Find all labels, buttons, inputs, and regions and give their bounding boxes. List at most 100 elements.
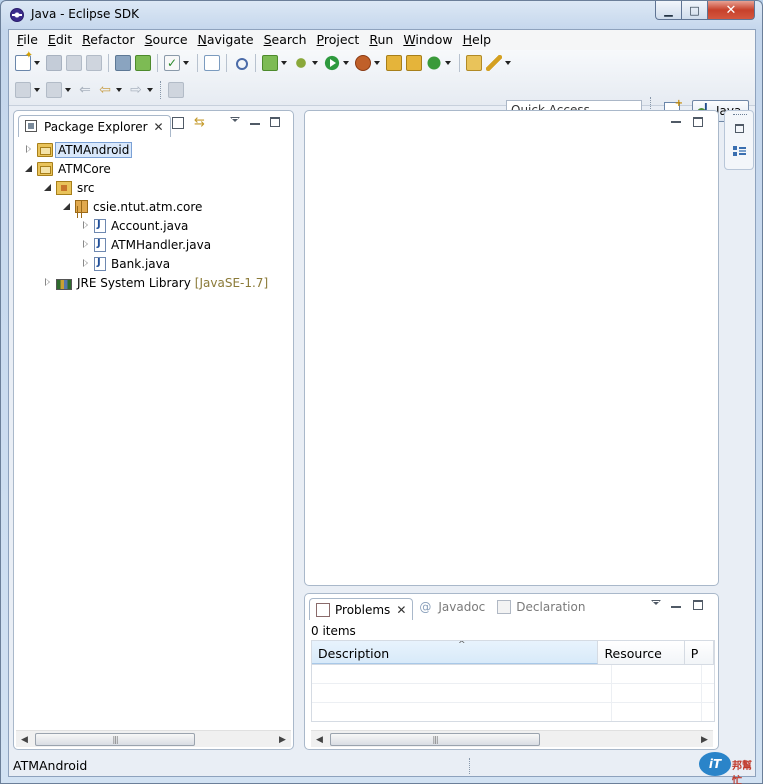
scroll-thumb[interactable]: ||| <box>330 733 540 746</box>
scroll-right-icon[interactable]: ▶ <box>274 731 291 748</box>
collapse-arrow-icon[interactable] <box>24 164 33 173</box>
horizontal-scrollbar[interactable]: ◀ ||| ▶ <box>16 730 291 747</box>
new-wizard-icon[interactable] <box>15 50 33 71</box>
tree-item-bank-java[interactable]: Bank.java <box>24 254 289 273</box>
ithome-watermark: iT 邦幫忙 <box>699 750 755 784</box>
task-dropdown-arrow[interactable] <box>183 61 189 65</box>
expand-arrow-icon[interactable] <box>81 221 90 230</box>
collapse-all-icon[interactable] <box>172 117 184 129</box>
close-tab-icon[interactable]: ✕ <box>396 603 406 617</box>
menu-edit[interactable]: Edit <box>43 30 77 50</box>
close-window-button[interactable]: ✕ <box>707 1 755 20</box>
previous-annotation-dropdown-arrow[interactable] <box>65 88 71 92</box>
view-menu-icon[interactable] <box>651 600 661 605</box>
menu-help[interactable]: Help <box>458 30 497 50</box>
collapse-arrow-icon[interactable] <box>62 202 71 211</box>
maximize-button[interactable]: □ <box>681 1 708 20</box>
tree-item-jre-library[interactable]: JRE System Library [JavaSE-1.7] <box>24 273 289 292</box>
menu-refactor[interactable]: Refactor <box>77 30 139 50</box>
minimize-view-icon[interactable] <box>250 115 260 125</box>
restore-icon[interactable] <box>735 124 744 133</box>
new-java-package-icon[interactable] <box>406 55 422 71</box>
maximize-view-icon[interactable] <box>693 600 703 610</box>
debug-dropdown-arrow[interactable] <box>312 61 318 65</box>
menu-source[interactable]: Source <box>140 30 193 50</box>
expand-arrow-icon[interactable] <box>81 240 90 249</box>
column-resource[interactable]: Resource <box>598 641 685 664</box>
expand-arrow-icon[interactable] <box>24 145 33 154</box>
new-file-icon[interactable] <box>204 55 220 71</box>
android-sdk-icon[interactable] <box>135 55 151 71</box>
scroll-thumb[interactable]: ||| <box>35 733 195 746</box>
tree-item-atmcore[interactable]: ATMCore <box>24 159 289 178</box>
debug-icon[interactable] <box>293 55 309 71</box>
print-icon[interactable] <box>86 55 102 71</box>
tree-item-atmandroid[interactable]: ATMAndroid <box>24 140 289 159</box>
new-dropdown-arrow[interactable] <box>34 61 40 65</box>
forward-dropdown-arrow[interactable] <box>147 88 153 92</box>
column-resource-label: Resource <box>604 646 662 661</box>
next-annotation-dropdown-arrow[interactable] <box>34 88 40 92</box>
column-description[interactable]: ^ Description <box>312 641 599 664</box>
last-edit-icon[interactable]: ⇐ <box>77 82 93 98</box>
external-tools-dropdown-arrow[interactable] <box>374 61 380 65</box>
pin-editor-icon[interactable] <box>168 82 184 98</box>
minimize-view-icon[interactable] <box>671 598 681 608</box>
minimize-button[interactable]: ▁ <box>655 1 682 20</box>
menu-window[interactable]: Window <box>398 30 457 50</box>
skip-breakpoints-icon[interactable] <box>233 55 249 71</box>
close-tab-icon[interactable]: ✕ <box>154 120 164 134</box>
menu-project[interactable]: Project <box>312 30 365 50</box>
checkbox-icon[interactable]: ✓ <box>164 55 180 71</box>
editor-area[interactable] <box>304 110 719 586</box>
horizontal-scrollbar[interactable]: ◀ ||| ▶ <box>311 730 713 747</box>
coverage-dropdown-arrow[interactable] <box>281 61 287 65</box>
menu-search[interactable]: Search <box>259 30 312 50</box>
tab-javadoc[interactable]: @ Javadoc <box>413 595 491 619</box>
search-tool-dropdown-arrow[interactable] <box>505 61 511 65</box>
scroll-left-icon[interactable]: ◀ <box>16 731 33 748</box>
back-icon[interactable]: ⇦ <box>97 82 113 98</box>
back-dropdown-arrow[interactable] <box>116 88 122 92</box>
maximize-view-icon[interactable] <box>270 117 280 127</box>
external-tools-icon[interactable] <box>355 55 371 71</box>
search-tool-icon[interactable] <box>486 55 502 71</box>
tab-declaration[interactable]: Declaration <box>491 595 591 619</box>
table-row <box>312 665 714 684</box>
menu-file[interactable]: File <box>12 30 43 50</box>
run-icon[interactable] <box>324 55 340 71</box>
collapse-arrow-icon[interactable] <box>43 183 52 192</box>
run-dropdown-arrow[interactable] <box>343 61 349 65</box>
save-icon[interactable] <box>46 55 62 71</box>
menu-navigate[interactable]: Navigate <box>193 30 259 50</box>
scroll-left-icon[interactable]: ◀ <box>311 731 328 748</box>
view-menu-icon[interactable] <box>230 117 240 122</box>
expand-arrow-icon[interactable] <box>81 259 90 268</box>
column-path[interactable]: P <box>685 641 714 664</box>
tree-item-package[interactable]: csie.ntut.atm.core <box>24 197 289 216</box>
scroll-right-icon[interactable]: ▶ <box>696 731 713 748</box>
tab-package-explorer[interactable]: Package Explorer ✕ <box>18 115 171 137</box>
minimize-editor-icon[interactable] <box>671 113 681 123</box>
menu-run[interactable]: Run <box>364 30 398 50</box>
new-class-icon[interactable] <box>426 55 442 71</box>
install-icon[interactable] <box>115 55 131 71</box>
expand-arrow-icon[interactable] <box>43 278 52 287</box>
link-with-editor-icon[interactable]: ⇆ <box>194 115 205 130</box>
save-all-icon[interactable] <box>66 55 82 71</box>
new-class-dropdown-arrow[interactable] <box>445 61 451 65</box>
table-row <box>312 684 714 703</box>
title-bar[interactable]: Java - Eclipse SDK ▁ □ ✕ <box>1 1 762 29</box>
previous-annotation-icon[interactable] <box>46 82 62 98</box>
tree-item-atmhandler-java[interactable]: ATMHandler.java <box>24 235 289 254</box>
tree-item-src[interactable]: src <box>24 178 289 197</box>
coverage-icon[interactable] <box>262 55 278 71</box>
tab-problems[interactable]: Problems ✕ <box>309 598 414 620</box>
outline-icon[interactable] <box>732 145 746 159</box>
tree-item-account-java[interactable]: Account.java <box>24 216 289 235</box>
next-annotation-icon[interactable] <box>15 82 31 98</box>
maximize-editor-icon[interactable] <box>693 117 703 127</box>
new-package-icon[interactable] <box>386 55 402 71</box>
open-type-icon[interactable] <box>466 55 482 71</box>
forward-icon[interactable]: ⇨ <box>128 82 144 98</box>
